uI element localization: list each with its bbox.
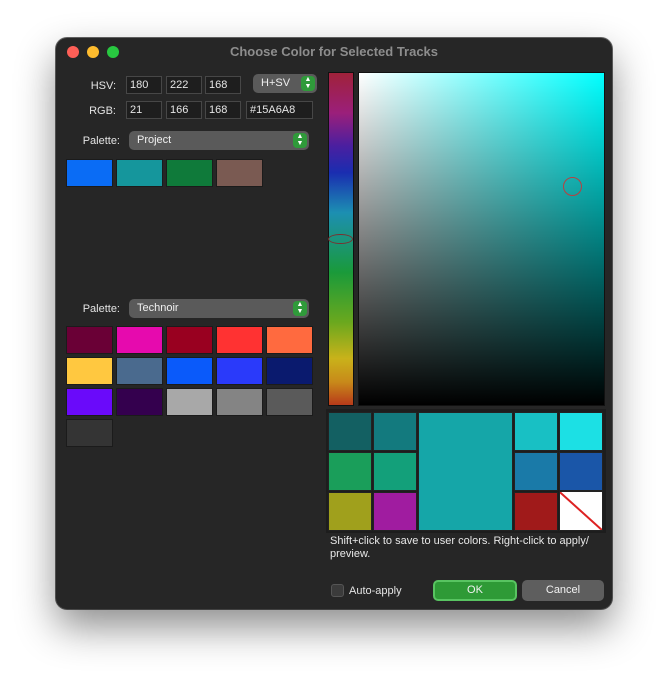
- current-color-swatch: [418, 412, 513, 531]
- palette-swatch[interactable]: [66, 357, 113, 385]
- hsv-s-field[interactable]: 222: [166, 76, 202, 94]
- palette-swatch[interactable]: [66, 419, 113, 447]
- hsv-v-field[interactable]: 168: [205, 76, 241, 94]
- auto-apply-checkbox[interactable]: [331, 584, 344, 597]
- palette-select-value-2: Technoir: [137, 302, 179, 314]
- auto-apply-label: Auto-apply: [349, 585, 402, 597]
- saturation-value-field[interactable]: [358, 72, 605, 406]
- palette-swatch[interactable]: [216, 326, 263, 354]
- palette-swatch[interactable]: [116, 326, 163, 354]
- palette-label-2: Palette:: [82, 303, 120, 315]
- palette-swatch[interactable]: [116, 159, 163, 187]
- palette-swatch[interactable]: [216, 357, 263, 385]
- hue-slider-handle[interactable]: [328, 234, 353, 244]
- rgb-label: RGB:: [89, 105, 116, 117]
- picker-mode-select[interactable]: H+SV ▲ ▼: [253, 74, 317, 93]
- palette-swatch[interactable]: [166, 159, 213, 187]
- palette-swatch[interactable]: [166, 357, 213, 385]
- recent-color-swatch[interactable]: [373, 492, 417, 531]
- hsv-h-field[interactable]: 180: [126, 76, 162, 94]
- recent-color-swatch[interactable]: [328, 412, 372, 451]
- ok-button[interactable]: OK: [433, 580, 517, 601]
- palette-swatch[interactable]: [166, 388, 213, 416]
- title-bar: Choose Color for Selected Tracks: [56, 38, 612, 66]
- palette-swatch[interactable]: [266, 326, 313, 354]
- palette-swatch[interactable]: [116, 388, 163, 416]
- palette-swatch[interactable]: [216, 388, 263, 416]
- palette-select-project[interactable]: Project ▲ ▼: [129, 131, 309, 150]
- palette-swatch[interactable]: [266, 388, 313, 416]
- palette-select-value: Project: [137, 134, 172, 146]
- palette-swatch[interactable]: [66, 388, 113, 416]
- palette-swatch[interactable]: [66, 326, 113, 354]
- recent-color-swatch[interactable]: [559, 412, 603, 451]
- recent-color-swatch[interactable]: [373, 452, 417, 491]
- recent-color-swatch[interactable]: [514, 452, 558, 491]
- palette-select-technoir[interactable]: Technoir ▲ ▼: [129, 299, 309, 318]
- recent-color-swatch[interactable]: [373, 412, 417, 451]
- palette-swatch[interactable]: [216, 159, 263, 187]
- chevron-updown-icon: ▲ ▼: [293, 301, 307, 316]
- recent-color-swatch[interactable]: [328, 492, 372, 531]
- hex-field[interactable]: #15A6A8: [246, 101, 313, 119]
- palette-swatch[interactable]: [66, 159, 113, 187]
- no-color-swatch[interactable]: [559, 491, 603, 531]
- recent-color-swatch[interactable]: [514, 492, 558, 531]
- color-dialog: Choose Color for Selected Tracks HSV: 18…: [56, 38, 612, 609]
- palette-label: Palette:: [82, 135, 120, 147]
- rgb-r-field[interactable]: 21: [126, 101, 162, 119]
- recent-color-swatch[interactable]: [328, 452, 372, 491]
- dialog-title: Choose Color for Selected Tracks: [229, 44, 439, 59]
- palette-swatch[interactable]: [116, 357, 163, 385]
- cancel-button[interactable]: Cancel: [522, 580, 604, 601]
- chevron-updown-icon: ▲ ▼: [293, 133, 307, 148]
- recent-color-swatch[interactable]: [514, 412, 558, 451]
- picker-mode-value: H+SV: [261, 77, 291, 89]
- hsv-label: HSV:: [90, 80, 116, 92]
- palette-swatch[interactable]: [266, 357, 313, 385]
- palette-swatch[interactable]: [166, 326, 213, 354]
- chevron-updown-icon: ▲ ▼: [301, 76, 315, 91]
- hint-text: Shift+click to save to user colors. Righ…: [330, 535, 589, 560]
- color-picker-handle[interactable]: [563, 177, 582, 196]
- rgb-b-field[interactable]: 168: [205, 101, 241, 119]
- rgb-g-field[interactable]: 166: [166, 101, 202, 119]
- recent-color-swatch[interactable]: [559, 452, 603, 491]
